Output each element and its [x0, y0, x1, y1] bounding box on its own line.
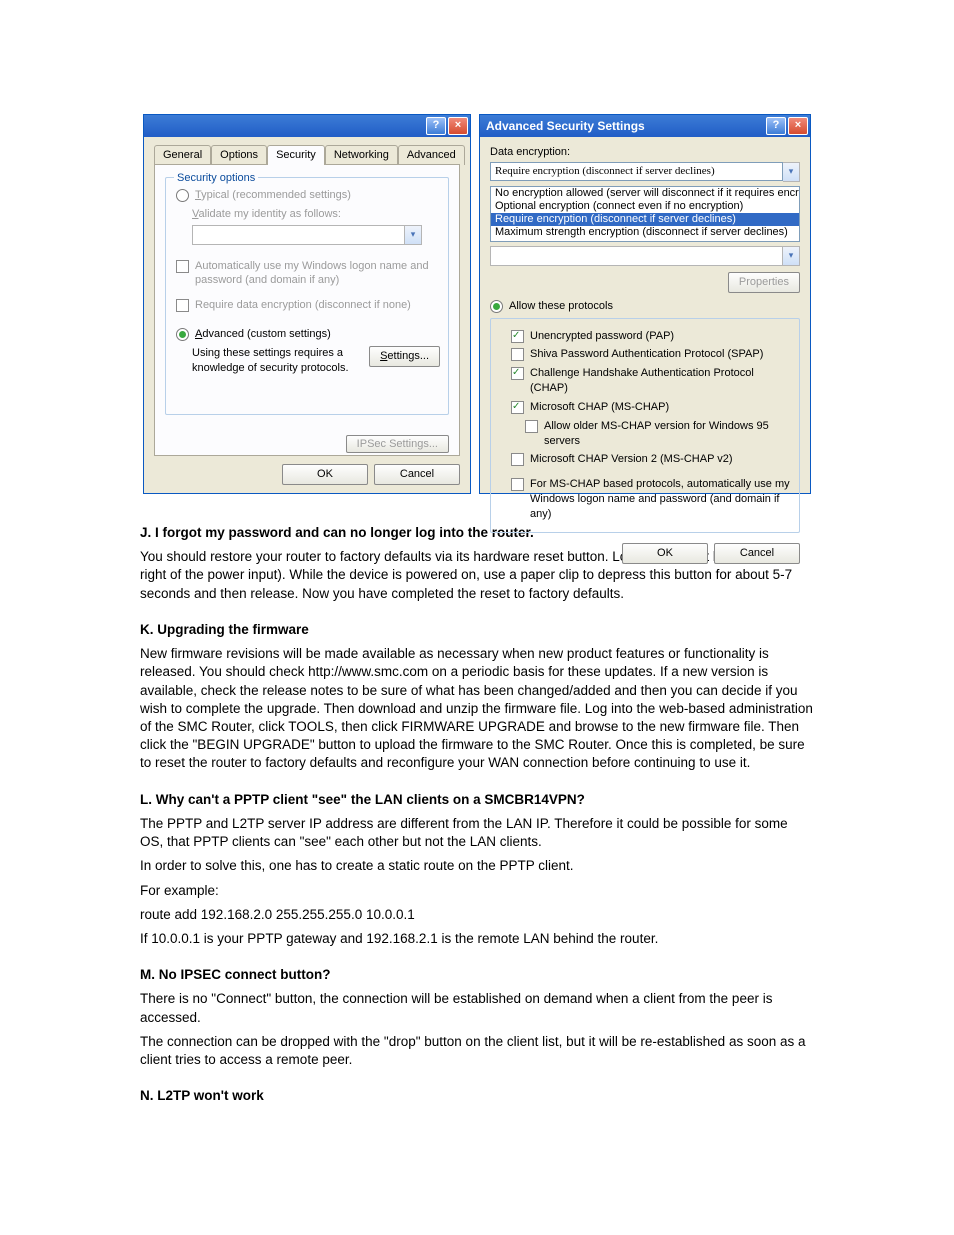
validate-combo-arrow: ▾ [405, 225, 422, 245]
document-body: J. I forgot my password and can no longe… [0, 524, 954, 1105]
titlebar: ? × [144, 115, 470, 137]
section-m-b1: There is no "Connect" button, the connec… [140, 990, 814, 1026]
protocol-row: Unencrypted password (PAP) [511, 329, 791, 344]
protocol-checkbox[interactable] [511, 330, 524, 343]
properties-button: Properties [728, 272, 800, 293]
title-text: Advanced Security Settings [486, 118, 766, 134]
combo-arrow[interactable]: ▾ [783, 162, 800, 182]
section-l-b4: route add 192.168.2.0 255.255.255.0 10.0… [140, 906, 814, 924]
protocol-checkbox[interactable] [511, 401, 524, 414]
protocol-row: Challenge Handshake Authentication Proto… [511, 366, 791, 396]
section-m-title: M. No IPSEC connect button? [140, 966, 814, 984]
security-options-group: Security options Typical (recommended se… [165, 177, 449, 415]
secondary-combo-arrow: ▾ [783, 246, 800, 266]
section-m-b2: The connection can be dropped with the "… [140, 1033, 814, 1069]
section-k-body: New firmware revisions will be made avai… [140, 645, 814, 773]
cancel-button[interactable]: Cancel [374, 464, 460, 485]
protocol-checkbox[interactable] [511, 453, 524, 466]
section-l-title: L. Why can't a PPTP client "see" the LAN… [140, 791, 814, 809]
allow-protocols-radio[interactable] [490, 300, 503, 313]
section-l-b1: The PPTP and L2TP server IP address are … [140, 815, 814, 851]
close-button[interactable]: × [788, 117, 808, 135]
connection-properties-dialog: ? × General Options Security Networking … [143, 114, 471, 494]
protocols-group: Unencrypted password (PAP) Shiva Password… [490, 318, 800, 533]
validate-label: Validate my identity as follows: [192, 207, 440, 222]
section-n-title: N. L2TP won't work [140, 1087, 814, 1105]
group-title: Security options [174, 171, 258, 186]
tab-strip: General Options Security Networking Adva… [154, 145, 460, 165]
protocol-row: Microsoft CHAP Version 2 (MS-CHAP v2) [511, 452, 791, 467]
section-l-b2: In order to solve this, one has to creat… [140, 857, 814, 875]
data-encryption-label: Data encryption: [490, 145, 800, 160]
list-item[interactable]: No encryption allowed (server will disco… [491, 187, 799, 200]
security-tab-panel: Security options Typical (recommended se… [154, 164, 460, 456]
protocol-label: Microsoft CHAP (MS-CHAP) [530, 400, 669, 415]
advanced-radio[interactable] [176, 328, 189, 341]
auto-logon-label: Automatically use my Windows logon name … [195, 259, 440, 289]
require-encryption-checkbox [176, 299, 189, 312]
protocol-label: Challenge Handshake Authentication Proto… [530, 366, 791, 396]
require-encryption-label: Require data encryption (disconnect if n… [195, 298, 411, 313]
section-k-title: K. Upgrading the firmware [140, 621, 814, 639]
help-button[interactable]: ? [766, 117, 786, 135]
mschap-auto-logon-label: For MS-CHAP based protocols, automatical… [530, 477, 791, 522]
ok-button[interactable]: OK [282, 464, 368, 485]
protocol-checkbox[interactable] [511, 348, 524, 361]
auto-logon-checkbox [176, 260, 189, 273]
list-item[interactable]: Maximum strength encryption (disconnect … [491, 226, 799, 239]
protocol-row: Microsoft CHAP (MS-CHAP) [511, 400, 791, 415]
protocol-label: Shiva Password Authentication Protocol (… [530, 347, 763, 362]
mschap-auto-logon-checkbox[interactable] [511, 478, 524, 491]
tab-general[interactable]: General [154, 145, 211, 165]
protocol-label: Unencrypted password (PAP) [530, 329, 674, 344]
tab-options[interactable]: Options [211, 145, 267, 165]
tab-networking[interactable]: Networking [325, 145, 398, 165]
help-button[interactable]: ? [426, 117, 446, 135]
title-text [150, 118, 426, 134]
allow-protocols-label: Allow these protocols [509, 299, 613, 314]
protocol-checkbox[interactable] [525, 420, 538, 433]
settings-button[interactable]: Settings... [369, 346, 440, 367]
advanced-note: Using these settings requires a knowledg… [192, 346, 361, 376]
ok-button[interactable]: OK [622, 543, 708, 564]
tab-advanced[interactable]: Advanced [398, 145, 465, 165]
protocol-label: Microsoft CHAP Version 2 (MS-CHAP v2) [530, 452, 733, 467]
section-l-b5: If 10.0.0.1 is your PPTP gateway and 192… [140, 930, 814, 948]
validate-combo [192, 225, 405, 245]
advanced-security-settings-dialog: Advanced Security Settings ? × Data encr… [479, 114, 811, 494]
close-button[interactable]: × [448, 117, 468, 135]
protocol-row: Shiva Password Authentication Protocol (… [511, 347, 791, 362]
list-item[interactable]: Optional encryption (connect even if no … [491, 200, 799, 213]
typical-label: Typical (recommended settings) [195, 188, 351, 203]
ipsec-settings-button[interactable]: IPSec Settings... [346, 435, 449, 453]
encryption-options-list[interactable]: No encryption allowed (server will disco… [490, 186, 800, 242]
tab-security[interactable]: Security [267, 145, 325, 165]
advanced-label: Advanced (custom settings) [195, 327, 331, 342]
section-l-b3: For example: [140, 882, 814, 900]
protocol-label: Allow older MS-CHAP version for Windows … [544, 419, 791, 449]
protocol-checkbox[interactable] [511, 367, 524, 380]
titlebar: Advanced Security Settings ? × [480, 115, 810, 137]
list-item[interactable]: Require encryption (disconnect if server… [491, 213, 799, 226]
protocol-row: Allow older MS-CHAP version for Windows … [525, 419, 791, 449]
secondary-combo [490, 246, 783, 266]
data-encryption-combo[interactable] [490, 162, 783, 181]
typical-radio[interactable] [176, 189, 189, 202]
cancel-button[interactable]: Cancel [714, 543, 800, 564]
